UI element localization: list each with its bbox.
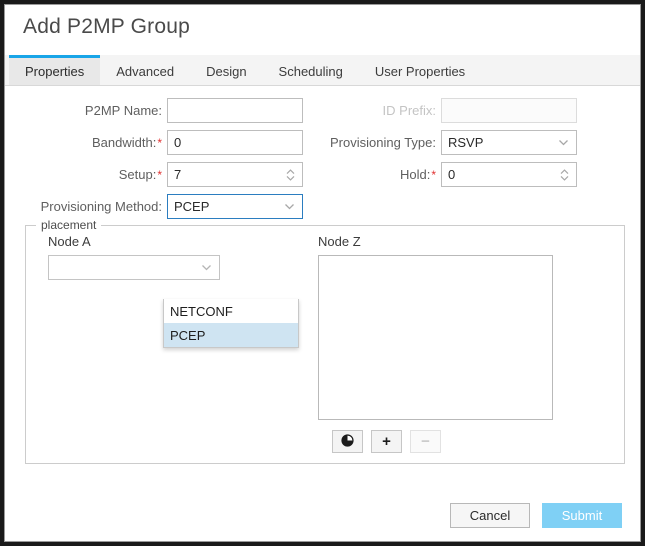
- p2mp-name-label: P2MP Name:: [19, 103, 167, 118]
- placement-fieldset: placement Node A Node Z: [25, 218, 625, 464]
- tab-bar: Properties Advanced Design Scheduling Us…: [5, 55, 640, 86]
- cancel-button[interactable]: Cancel: [450, 503, 530, 528]
- field-group-provisioning-method: Provisioning Method: PCEP: [19, 194, 315, 219]
- hold-label: Hold:*: [319, 167, 441, 182]
- properties-form: P2MP Name: ID Prefix: Bandwidth:*: [5, 86, 640, 219]
- globe-button[interactable]: [332, 430, 363, 453]
- form-row-bandwidth: Bandwidth:* 0 Provisioning Type: RSVP: [19, 130, 626, 155]
- provisioning-method-select[interactable]: PCEP: [167, 194, 303, 219]
- dropdown-option-netconf[interactable]: NETCONF: [164, 299, 298, 323]
- provisioning-type-value: RSVP: [448, 136, 553, 149]
- chevron-down-icon: [557, 136, 570, 149]
- field-group-bandwidth: Bandwidth:* 0: [19, 130, 315, 155]
- form-row-provisioning-method: Provisioning Method: PCEP: [19, 194, 626, 219]
- provisioning-method-value: PCEP: [174, 200, 279, 213]
- submit-button[interactable]: Submit: [542, 503, 622, 528]
- required-marker: *: [157, 168, 162, 182]
- bandwidth-label-text: Bandwidth:: [92, 135, 156, 150]
- placement-panes: Node A Node Z: [26, 232, 624, 453]
- provisioning-method-label: Provisioning Method:: [19, 199, 167, 214]
- id-prefix-input: [441, 98, 577, 123]
- hold-stepper[interactable]: 0: [441, 162, 577, 187]
- field-group-p2mp-name: P2MP Name:: [19, 98, 315, 123]
- dialog-window: Add P2MP Group Properties Advanced Desig…: [4, 4, 641, 542]
- setup-stepper[interactable]: 7: [167, 162, 303, 187]
- setup-label-text: Setup:: [119, 167, 157, 182]
- spinner-arrows-icon[interactable]: [559, 167, 570, 183]
- p2mp-name-input[interactable]: [167, 98, 303, 123]
- node-z-button-row: + −: [318, 430, 553, 453]
- tab-advanced[interactable]: Advanced: [100, 55, 190, 85]
- bandwidth-value: 0: [174, 136, 296, 149]
- bandwidth-input[interactable]: 0: [167, 130, 303, 155]
- provisioning-type-label: Provisioning Type:: [319, 135, 441, 150]
- required-marker: *: [431, 168, 436, 182]
- field-group-hold: Hold:* 0: [319, 162, 619, 187]
- spinner-arrows-icon[interactable]: [285, 167, 296, 183]
- field-group-provisioning-type: Provisioning Type: RSVP: [319, 130, 619, 155]
- dialog-footer: Cancel Submit: [5, 489, 640, 541]
- form-row-name: P2MP Name: ID Prefix:: [19, 98, 626, 123]
- provisioning-method-dropdown[interactable]: NETCONF PCEP: [163, 299, 299, 348]
- tab-properties[interactable]: Properties: [9, 55, 100, 85]
- remove-button: −: [410, 430, 441, 453]
- bandwidth-label: Bandwidth:*: [19, 135, 167, 150]
- setup-value: 7: [174, 168, 281, 181]
- minus-icon: −: [421, 434, 430, 449]
- add-button[interactable]: +: [371, 430, 402, 453]
- node-a-label: Node A: [48, 234, 220, 249]
- dialog-titlebar: Add P2MP Group: [5, 5, 640, 55]
- chevron-down-icon: [283, 200, 296, 213]
- setup-label: Setup:*: [19, 167, 167, 182]
- required-marker: *: [157, 136, 162, 150]
- tab-panel-properties: P2MP Name: ID Prefix: Bandwidth:*: [5, 86, 640, 541]
- chevron-down-icon: [200, 261, 213, 274]
- id-prefix-label: ID Prefix:: [319, 103, 441, 118]
- hold-value: 0: [448, 168, 555, 181]
- placement-legend: placement: [36, 218, 101, 232]
- dropdown-option-pcep[interactable]: PCEP: [164, 323, 298, 347]
- provisioning-type-select[interactable]: RSVP: [441, 130, 577, 155]
- field-group-id-prefix: ID Prefix:: [319, 98, 619, 123]
- field-group-setup: Setup:* 7: [19, 162, 315, 187]
- tab-user-properties[interactable]: User Properties: [359, 55, 481, 85]
- node-z-listbox[interactable]: [318, 255, 553, 420]
- hold-label-text: Hold:: [400, 167, 430, 182]
- tab-scheduling[interactable]: Scheduling: [263, 55, 359, 85]
- form-row-setup: Setup:* 7 Hold:* 0: [19, 162, 626, 187]
- node-z-label: Node Z: [318, 234, 553, 249]
- tab-design[interactable]: Design: [190, 55, 262, 85]
- page-title: Add P2MP Group: [23, 15, 640, 39]
- node-a-select[interactable]: [48, 255, 220, 280]
- globe-icon: [341, 434, 354, 450]
- plus-icon: +: [382, 434, 391, 449]
